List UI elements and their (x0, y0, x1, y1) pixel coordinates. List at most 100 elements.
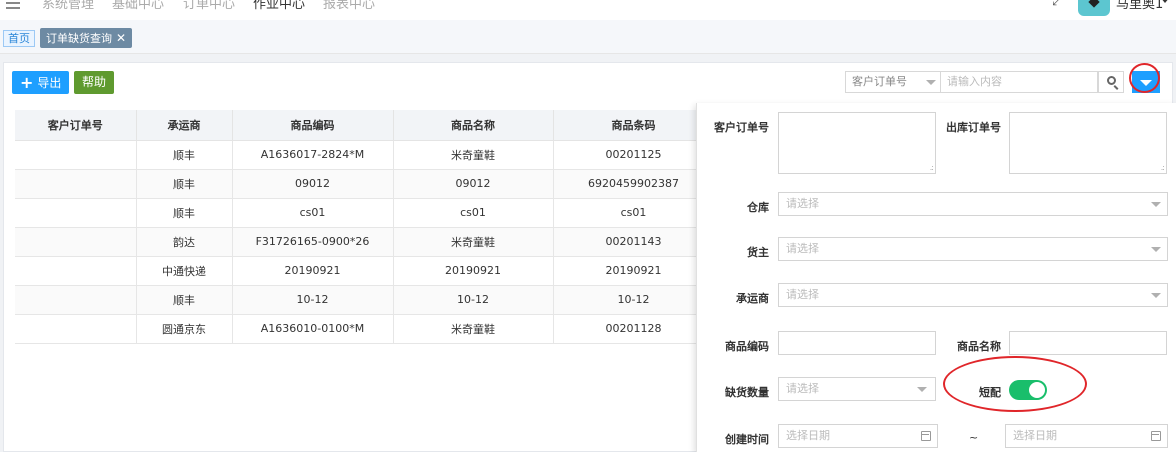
table-header: 客户订单号 承运商 商品编码 商品名称 商品条码 (15, 110, 715, 141)
table-cell: 顺丰 (136, 198, 233, 228)
calendar-icon (921, 431, 931, 441)
tab-order-shortage[interactable]: 订单缺货查询 ✕ (40, 28, 133, 48)
tab-label: 订单缺货查询 (46, 32, 112, 45)
advanced-filter-panel: 客户订单号 .: 出库订单号 .: 仓库 请选择 货主 请选择 承运商 请选择 … (696, 103, 1176, 452)
table-cell (15, 285, 137, 315)
table-cell: 顺丰 (136, 169, 233, 199)
tab-bar: 首页 订单缺货查询 ✕ (0, 20, 1176, 54)
table-cell: 10-12 (393, 285, 554, 315)
table-cell (15, 140, 137, 170)
tab-home[interactable]: 首页 (3, 30, 35, 47)
table-cell: cs01 (232, 198, 394, 228)
short-pick-label: 短配 (979, 386, 1001, 399)
table-cell: 20190921 (393, 256, 554, 286)
table-cell (15, 227, 137, 257)
sku-name-label: 商品名称 (957, 340, 1001, 353)
help-button[interactable]: 帮助 (74, 71, 115, 94)
column-header[interactable]: 客户订单号 (15, 110, 137, 141)
table-cell: A1636017-2824*M (232, 140, 394, 170)
table-cell: 10-12 (553, 285, 715, 315)
nav-item-system[interactable]: 系统管理 (42, 0, 94, 12)
customer-order-label: 客户订单号 (714, 121, 769, 134)
search-icon (1107, 76, 1116, 85)
shortage-qty-select[interactable]: 请选择 (778, 377, 936, 401)
short-pick-switch[interactable] (1009, 380, 1047, 400)
carrier-select[interactable]: 请选择 (778, 283, 1168, 307)
table-cell: F31726165-0900*26 (232, 227, 394, 257)
table-cell: 09012 (232, 169, 394, 199)
table-row[interactable]: 顺丰 cs01 cs01 cs01 (15, 198, 715, 228)
nav-item-basic[interactable]: 基础中心 (112, 0, 164, 12)
column-header[interactable]: 商品编码 (232, 110, 394, 141)
created-start-date[interactable]: 选择日期 (778, 424, 938, 448)
table-cell: 00201143 (553, 227, 715, 257)
table-cell (15, 256, 137, 286)
start-date-placeholder: 选择日期 (786, 429, 830, 442)
close-icon[interactable]: ✕ (116, 31, 126, 45)
carrier-label: 承运商 (736, 292, 769, 305)
table-row[interactable]: 顺丰 10-12 10-12 10-12 (15, 285, 715, 315)
table-cell: 米奇童鞋 (393, 227, 554, 257)
column-header[interactable]: 商品名称 (393, 110, 554, 141)
shortage-qty-label: 缺货数量 (725, 386, 769, 399)
sku-code-input[interactable] (778, 331, 936, 355)
sku-name-input[interactable] (1009, 331, 1167, 355)
chevron-down-icon (917, 387, 927, 392)
table-cell: 中通快递 (136, 256, 233, 286)
range-separator: ~ (969, 431, 979, 444)
outbound-order-textarea[interactable]: .: (1009, 112, 1167, 174)
owner-placeholder: 请选择 (786, 242, 819, 255)
table-cell: 20190921 (553, 256, 715, 286)
table-cell: 米奇童鞋 (393, 140, 554, 170)
table-cell: 6920459902387 (553, 169, 715, 199)
table-cell (15, 314, 137, 344)
table-cell: 韵达 (136, 227, 233, 257)
carrier-placeholder: 请选择 (786, 288, 819, 301)
table-cell: A1636010-0100*M (232, 314, 394, 344)
created-time-label: 创建时间 (725, 433, 769, 446)
avatar[interactable] (1078, 0, 1110, 16)
warehouse-select[interactable]: 请选择 (778, 192, 1168, 216)
plus-icon: + (20, 73, 34, 92)
owner-select[interactable]: 请选择 (778, 237, 1168, 261)
table-row[interactable]: 圆通京东 A1636010-0100*M 米奇童鞋 00201128 (15, 314, 715, 344)
search-button[interactable] (1098, 71, 1124, 93)
table-cell: 顺丰 (136, 140, 233, 170)
table-cell: cs01 (553, 198, 715, 228)
fullscreen-icon[interactable]: ⤢ (1052, 0, 1062, 9)
table-cell: 圆通京东 (136, 314, 233, 344)
end-date-placeholder: 选择日期 (1013, 429, 1057, 442)
table-cell: 10-12 (232, 285, 394, 315)
table-row[interactable]: 顺丰 A1636017-2824*M 米奇童鞋 00201125 (15, 140, 715, 170)
export-label: 导出 (37, 76, 62, 90)
filter-toggle-button[interactable] (1132, 71, 1160, 93)
switch-knob (1029, 382, 1045, 398)
table-row[interactable]: 中通快递 20190921 20190921 20190921 (15, 256, 715, 286)
customer-order-textarea[interactable]: .: (778, 112, 936, 174)
table-cell: cs01 (393, 198, 554, 228)
table-row[interactable]: 顺丰 09012 09012 6920459902387 (15, 169, 715, 199)
caret-down-icon (1140, 80, 1152, 86)
outbound-order-label: 出库订单号 (946, 121, 1001, 134)
nav-item-reports[interactable]: 报表中心 (323, 0, 375, 12)
nav-item-orders[interactable]: 订单中心 (183, 0, 235, 12)
chevron-down-icon (1151, 202, 1161, 207)
search-input[interactable]: 请输入内容 (941, 71, 1098, 93)
username[interactable]: 马里奥1 (1116, 0, 1163, 12)
search-field-select[interactable]: 客户订单号 (845, 71, 941, 93)
column-header[interactable]: 商品条码 (553, 110, 715, 141)
table-cell: 米奇童鞋 (393, 314, 554, 344)
created-end-date[interactable]: 选择日期 (1005, 424, 1168, 448)
export-button[interactable]: + 导出 (12, 71, 70, 94)
chevron-down-icon[interactable] (1160, 0, 1170, 3)
column-header[interactable]: 承运商 (136, 110, 233, 141)
chevron-down-icon (1151, 247, 1161, 252)
resize-grip-icon[interactable]: .: (1161, 163, 1165, 172)
nav-item-operations[interactable]: 作业中心 (253, 0, 305, 12)
resize-grip-icon[interactable]: .: (930, 163, 934, 172)
menu-icon[interactable] (6, 0, 20, 9)
table-cell: 20190921 (232, 256, 394, 286)
warehouse-placeholder: 请选择 (786, 197, 819, 210)
table-row[interactable]: 韵达 F31726165-0900*26 米奇童鞋 00201143 (15, 227, 715, 257)
top-nav: 系统管理 基础中心 订单中心 作业中心 报表中心 ⤢ 马里奥1 (0, 0, 1176, 20)
